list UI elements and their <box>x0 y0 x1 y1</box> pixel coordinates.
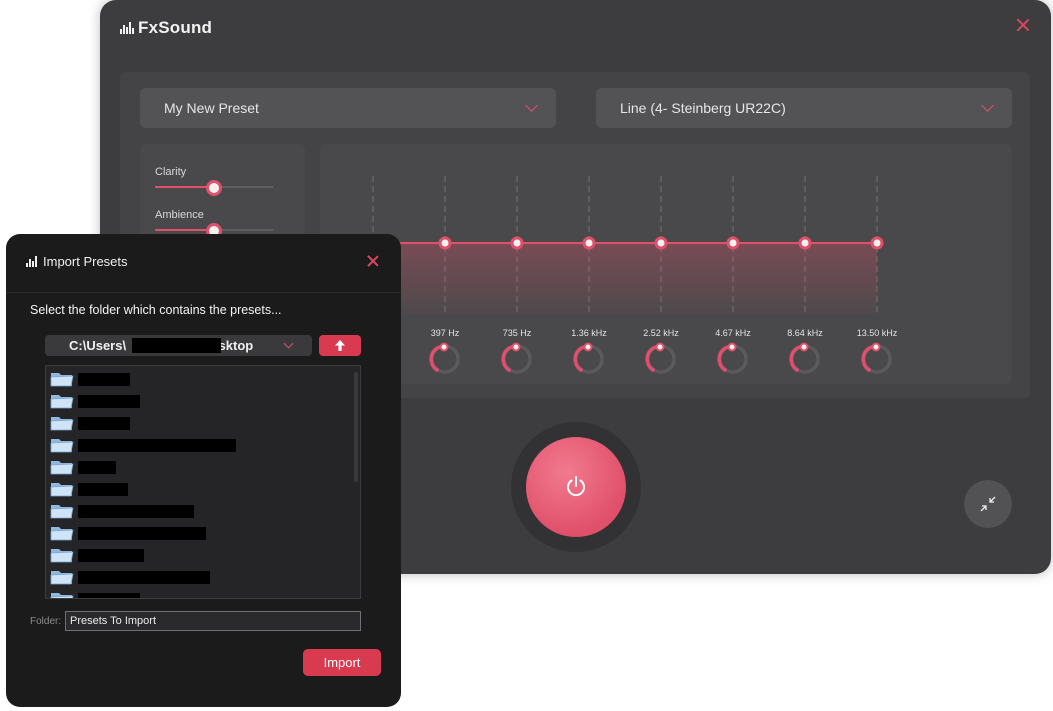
import-button[interactable]: Import <box>303 649 381 676</box>
eq-band-knob[interactable] <box>788 342 822 376</box>
minimize-button[interactable] <box>964 480 1012 528</box>
chevron-down-icon <box>525 99 538 112</box>
eq-band-label: 4.67 kHz <box>715 328 751 338</box>
folder-list-item[interactable] <box>50 413 130 433</box>
vertical-scrollbar[interactable] <box>354 372 358 482</box>
folder-list-item-label <box>78 482 128 496</box>
effects-panel: Clarity Ambience <box>140 144 305 244</box>
eq-band-handle[interactable] <box>510 236 524 250</box>
folder-icon <box>50 461 74 475</box>
folder-list-item[interactable] <box>50 501 194 521</box>
dialog-title-text: Import Presets <box>43 254 128 269</box>
chevron-down-icon <box>981 99 994 112</box>
ambience-slider[interactable] <box>155 223 273 239</box>
dialog-instruction: Select the folder which contains the pre… <box>30 303 282 317</box>
preset-dropdown[interactable]: My New Preset <box>140 88 556 128</box>
up-arrow-icon <box>335 340 345 351</box>
clarity-slider-handle[interactable] <box>206 180 222 196</box>
folder-list-item[interactable]: Coding <box>50 369 130 389</box>
folder-icon <box>50 483 74 497</box>
folder-list-item[interactable] <box>50 589 140 598</box>
folder-list-item-label <box>78 416 130 430</box>
app-title: FxSound <box>138 18 213 37</box>
divider <box>6 292 401 293</box>
eq-band-handle[interactable] <box>438 236 452 250</box>
eq-band-knob[interactable] <box>428 342 462 376</box>
ambience-label: Ambience <box>155 209 204 221</box>
power-icon <box>567 476 585 497</box>
output-device-dropdown[interactable]: Line (4- Steinberg UR22C) <box>596 88 1012 128</box>
folder-list-item[interactable] <box>50 479 128 499</box>
folder-list-item-label <box>78 570 210 584</box>
chevron-down-icon <box>283 338 294 349</box>
parent-folder-button[interactable] <box>319 335 361 356</box>
eq-band-knob[interactable] <box>572 342 606 376</box>
eq-band-handle[interactable] <box>654 236 668 250</box>
folder-icon <box>50 527 74 541</box>
folder-list-item-label <box>78 548 144 562</box>
folder-icon <box>50 505 74 519</box>
folder-list-item-label <box>78 526 206 540</box>
import-presets-dialog: Import Presets Select the folder which c… <box>6 234 401 707</box>
equalizer-panel: 214 Hz397 Hz735 Hz1.36 kHz2.52 kHz4.67 k… <box>320 144 1012 384</box>
folder-list-item[interactable] <box>50 457 116 477</box>
folder-list-item-label <box>78 592 140 598</box>
preset-dropdown-value: My New Preset <box>164 100 259 116</box>
app-brand: FxSound <box>120 18 212 38</box>
folder-list-item[interactable] <box>50 391 140 411</box>
folder-icon <box>50 395 74 409</box>
path-dropdown[interactable]: C:\Users\ \Desktop <box>45 335 312 356</box>
eq-band-knob[interactable] <box>500 342 534 376</box>
folder-list-item[interactable] <box>50 567 210 587</box>
folder-list-item[interactable] <box>50 523 206 543</box>
eq-band-label: 8.64 kHz <box>787 328 823 338</box>
folder-icon <box>50 571 74 585</box>
eq-band-label: 1.36 kHz <box>571 328 607 338</box>
eq-band-label: 397 Hz <box>430 328 460 338</box>
redacted-username <box>132 338 221 353</box>
folder-list[interactable]: Coding <box>45 365 361 599</box>
eq-band-label: 735 Hz <box>502 328 532 338</box>
dialog-title: Import Presets <box>26 254 128 269</box>
eq-band-handle[interactable] <box>582 236 596 250</box>
folder-icon <box>50 549 74 563</box>
folder-list-item-label <box>78 394 140 408</box>
folder-list-item-label <box>78 460 116 474</box>
eq-band-handle[interactable] <box>726 236 740 250</box>
collapse-arrows-icon <box>980 496 996 512</box>
folder-list-item-label <box>78 438 236 452</box>
clarity-label: Clarity <box>155 166 187 178</box>
folder-name-input[interactable] <box>65 611 361 631</box>
folder-field-label: Folder: <box>30 616 62 627</box>
fxsound-bars-icon <box>26 256 37 267</box>
eq-band-knob[interactable] <box>644 342 678 376</box>
fxsound-bars-icon <box>120 22 134 34</box>
folder-list-item[interactable] <box>50 545 144 565</box>
folder-list-item-label <box>78 504 194 518</box>
folder-icon <box>50 439 74 453</box>
eq-band-knob[interactable] <box>860 342 894 376</box>
close-icon[interactable] <box>366 254 380 268</box>
close-icon[interactable] <box>1015 17 1031 33</box>
folder-icon <box>50 373 74 387</box>
clarity-slider[interactable] <box>155 180 273 196</box>
power-button[interactable] <box>526 437 626 537</box>
eq-curve-fill <box>320 243 877 314</box>
eq-band-knob[interactable] <box>716 342 750 376</box>
output-device-value: Line (4- Steinberg UR22C) <box>620 100 786 116</box>
eq-band-handle[interactable] <box>870 236 884 250</box>
folder-list-item-label: Coding <box>78 372 130 386</box>
eq-band-handle[interactable] <box>798 236 812 250</box>
eq-band-label: 13.50 kHz <box>856 328 898 338</box>
folder-list-item[interactable] <box>50 435 236 455</box>
folder-icon <box>50 417 74 431</box>
folder-icon <box>50 593 74 598</box>
eq-band-label: 2.52 kHz <box>643 328 679 338</box>
